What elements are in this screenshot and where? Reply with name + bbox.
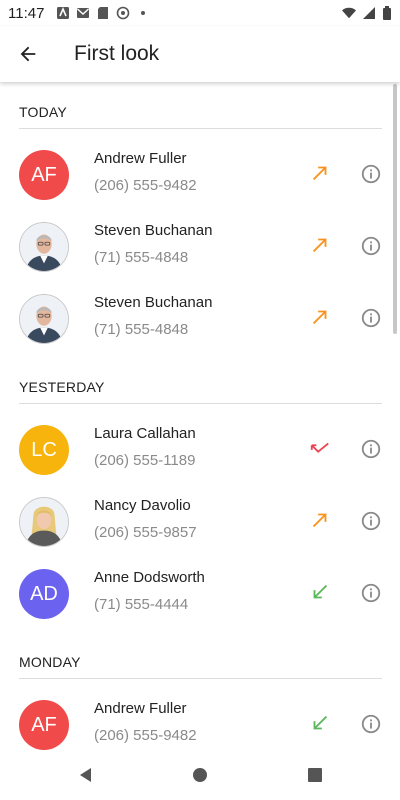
nav-home-icon[interactable] — [190, 765, 210, 785]
section-header-yesterday: YESTERDAY — [19, 379, 105, 395]
dot-icon — [141, 11, 146, 15]
contact-number: (71) 555-4848 — [94, 321, 189, 338]
at-icon — [117, 6, 130, 20]
signal-icon — [363, 7, 375, 19]
outgoing-call-icon — [312, 166, 327, 181]
notification-icon — [57, 6, 70, 19]
info-icon[interactable] — [360, 582, 382, 604]
status-bar: 11:47 — [0, 0, 400, 26]
outgoing-call-icon — [312, 310, 327, 325]
gmail-icon — [77, 8, 90, 18]
section-header-monday: MONDAY — [19, 654, 81, 670]
info-icon[interactable] — [360, 163, 382, 185]
battery-icon — [383, 6, 391, 20]
contact-number: (206) 555-9857 — [94, 524, 197, 541]
list-item[interactable]: Steven Buchanan (71) 555-4848 — [0, 212, 400, 284]
avatar-initials: LC — [31, 438, 57, 461]
wifi-icon — [342, 7, 356, 19]
system-nav-bar — [0, 750, 400, 800]
info-icon[interactable] — [360, 510, 382, 532]
status-left: 11:47 — [8, 5, 150, 22]
photo-avatar — [19, 497, 69, 547]
list-item[interactable]: AD Anne Dodsworth (71) 555-4444 — [0, 559, 400, 631]
arrow-back-icon — [20, 46, 36, 62]
scrollbar[interactable] — [393, 84, 397, 334]
person-photo-icon — [20, 498, 68, 546]
sd-card-icon — [98, 7, 109, 19]
status-time: 11:47 — [8, 4, 45, 22]
avatar: LC — [19, 425, 69, 475]
photo-avatar — [19, 294, 69, 344]
outgoing-call-icon — [312, 513, 327, 528]
contact-name: Andrew Fuller — [94, 700, 187, 717]
info-icon[interactable] — [360, 235, 382, 257]
person-photo-icon — [20, 223, 68, 271]
contact-name: Steven Buchanan — [94, 222, 213, 239]
list-item[interactable]: AF Andrew Fuller (206) 555-9482 — [0, 140, 400, 212]
status-right — [342, 6, 392, 20]
contact-name: Steven Buchanan — [94, 294, 213, 311]
contact-name: Andrew Fuller — [94, 150, 187, 167]
avatar-initials: AD — [30, 582, 58, 605]
contact-number: (206) 555-1189 — [94, 452, 196, 469]
avatar-initials: AF — [31, 713, 57, 736]
contact-number: (206) 555-9482 — [94, 177, 197, 194]
missed-call-icon — [310, 442, 329, 453]
contact-name: Laura Callahan — [94, 425, 196, 442]
list-item[interactable]: AF Andrew Fuller (206) 555-9482 — [0, 690, 400, 750]
back-button[interactable] — [0, 26, 56, 82]
list-item[interactable]: LC Laura Callahan (206) 555-1189 — [0, 415, 400, 487]
divider — [19, 678, 382, 679]
contact-number: (71) 555-4848 — [94, 249, 189, 266]
info-icon[interactable] — [360, 713, 382, 735]
page-title: First look — [74, 42, 160, 65]
divider — [19, 128, 382, 129]
contact-name: Anne Dodsworth — [94, 569, 205, 586]
list-item[interactable]: Steven Buchanan (71) 555-4848 — [0, 284, 400, 356]
avatar-initials: AF — [31, 163, 57, 186]
contact-number: (206) 555-9482 — [94, 727, 197, 744]
photo-avatar — [19, 222, 69, 272]
section-header-today: TODAY — [19, 104, 67, 120]
incoming-call-icon — [313, 584, 328, 599]
nav-back-icon[interactable] — [76, 765, 96, 785]
list-item[interactable]: Nancy Davolio (206) 555-9857 — [0, 487, 400, 559]
contact-name: Nancy Davolio — [94, 497, 191, 514]
avatar: AF — [19, 150, 69, 200]
contact-number: (71) 555-4444 — [94, 596, 189, 613]
info-icon[interactable] — [360, 307, 382, 329]
screen: 11:47 First look TODAY AF Andrew Fuller … — [0, 0, 400, 800]
avatar: AF — [19, 700, 69, 750]
avatar: AD — [19, 569, 69, 619]
incoming-call-icon — [313, 715, 328, 730]
info-icon[interactable] — [360, 438, 382, 460]
outgoing-call-icon — [312, 238, 327, 253]
nav-recents-icon[interactable] — [305, 765, 325, 785]
person-photo-icon — [20, 295, 68, 343]
divider — [19, 403, 382, 404]
app-bar: First look — [0, 26, 400, 82]
call-history-list[interactable]: TODAY AF Andrew Fuller (206) 555-9482 St… — [0, 82, 400, 750]
